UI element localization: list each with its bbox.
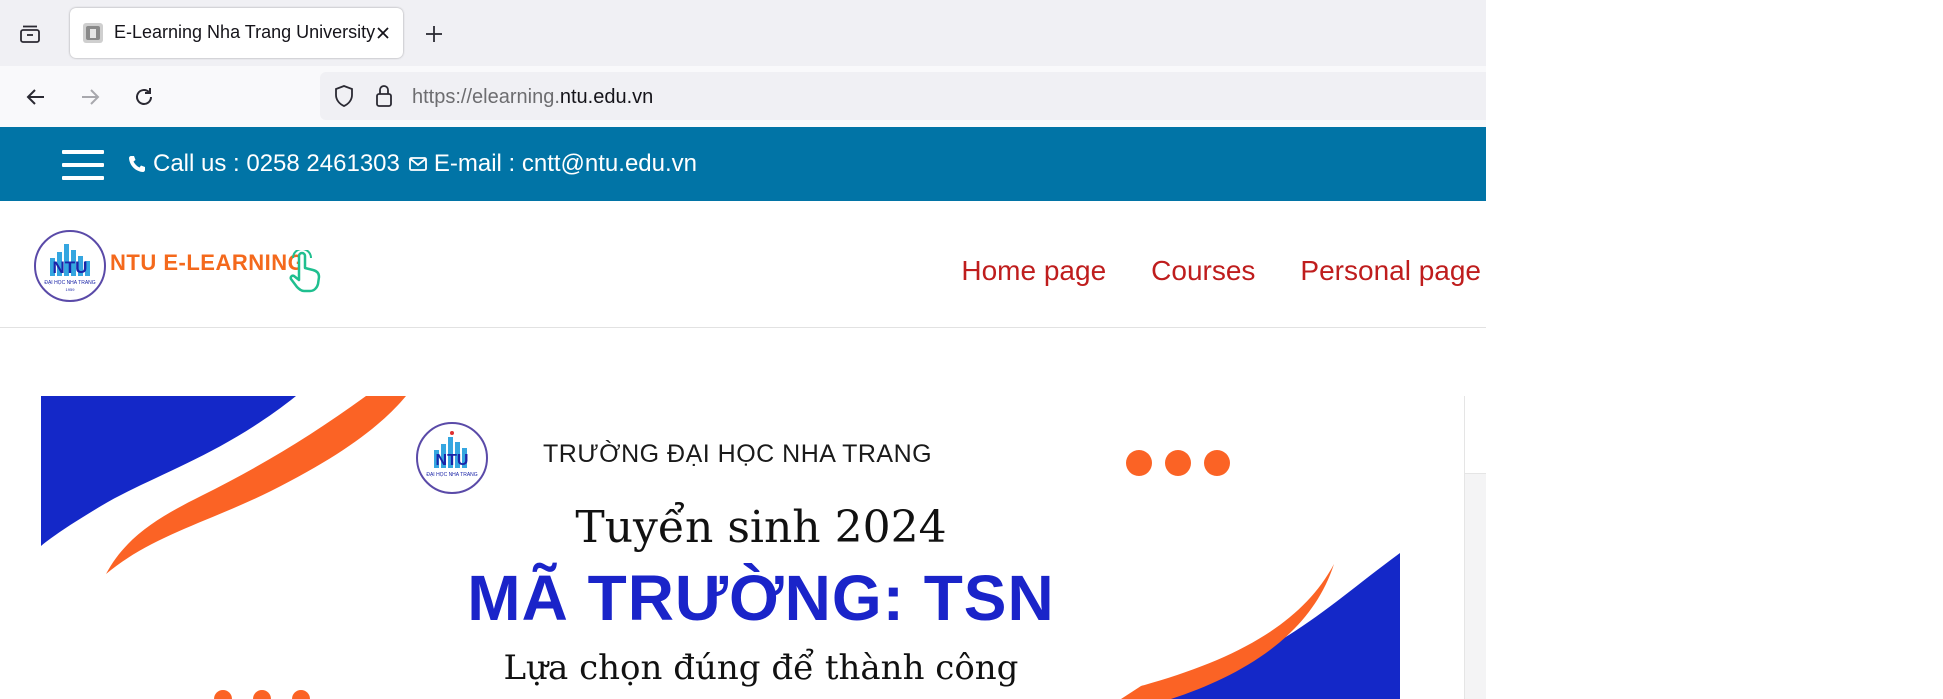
address-bar[interactable]: https://elearning.ntu.edu.vn: [320, 72, 1486, 120]
sidebar-card: [1464, 396, 1486, 699]
nav-personal-page[interactable]: Personal page: [1300, 255, 1481, 287]
back-button[interactable]: [20, 81, 52, 113]
svg-text:NTU: NTU: [436, 452, 469, 469]
plus-icon: [426, 26, 442, 42]
phone-icon: [129, 156, 145, 172]
url-protocol: https://elearning.: [412, 86, 560, 108]
forward-button[interactable]: [74, 81, 106, 113]
banner-school-code: MÃ TRƯỜNG: TSN: [467, 562, 1055, 634]
close-icon: [377, 27, 389, 39]
tab-close-button[interactable]: [371, 21, 395, 45]
new-tab-button[interactable]: [420, 20, 448, 48]
hamburger-line: [62, 163, 104, 167]
tab-list-button[interactable]: [16, 20, 44, 48]
admission-banner[interactable]: NTU ĐẠI HỌC NHA TRANG TRƯỜNG ĐẠI HỌC NHA…: [41, 396, 1400, 699]
banner-slogan: Lựa chọn đúng để thành công: [503, 648, 1019, 688]
hamburger-line: [62, 176, 104, 180]
browser-tab[interactable]: E-Learning Nha Trang University: [70, 8, 403, 58]
hamburger-line: [62, 150, 104, 154]
envelope-icon: [408, 157, 427, 171]
svg-text:ĐẠI HỌC NHA TRANG: ĐẠI HỌC NHA TRANG: [44, 280, 95, 286]
banner-headline: Tuyển sinh 2024: [575, 502, 947, 553]
svg-text:ĐẠI HỌC NHA TRANG: ĐẠI HỌC NHA TRANG: [426, 472, 477, 478]
nav-courses[interactable]: Courses: [1151, 255, 1255, 287]
url-domain: ntu.edu.vn: [559, 86, 654, 108]
site-favicon-icon: [83, 23, 103, 43]
contact-info: Call us : 0258 2461303 E-mail : cntt@ntu…: [127, 149, 697, 179]
tab-title: E-Learning Nha Trang University: [114, 22, 376, 42]
banner-school-name: TRƯỜNG ĐẠI HỌC NHA TRANG: [543, 440, 933, 468]
email-link[interactable]: E-mail : cntt@ntu.edu.vn: [434, 150, 697, 178]
tab-strip: E-Learning Nha Trang University: [0, 0, 1486, 66]
main-navigation: Home page Courses Personal page: [916, 255, 1481, 287]
svg-text:NTU: NTU: [53, 258, 88, 277]
tracking-protection-shield-icon[interactable]: [332, 84, 356, 108]
sidebar-card-header: [1465, 396, 1486, 474]
nav-home-page[interactable]: Home page: [961, 255, 1106, 287]
browser-viewport: E-Learning Nha Trang University https://…: [0, 0, 1486, 699]
call-us-text: Call us : 0258 2461303: [153, 150, 400, 177]
pointing-hand-icon: [289, 250, 321, 293]
svg-text:1959: 1959: [66, 287, 76, 292]
lock-icon[interactable]: [372, 83, 396, 109]
forward-arrow-icon: [82, 89, 100, 105]
ntu-emblem-icon: NTU ĐẠI HỌC NHA TRANG 1959: [34, 230, 106, 302]
reload-icon: [136, 88, 152, 105]
url-text: https://elearning.ntu.edu.vn: [412, 86, 653, 109]
contact-bar: Call us : 0258 2461303 E-mail : cntt@ntu…: [0, 127, 1486, 201]
menu-toggle-button[interactable]: [62, 150, 104, 180]
brand-name: NTU E-LEARNING: [110, 250, 306, 275]
reload-button[interactable]: [128, 81, 160, 113]
site-header: NTU ĐẠI HỌC NHA TRANG 1959 NTU E-LEARNIN…: [0, 201, 1486, 328]
tab-list-icon: [20, 25, 40, 43]
back-arrow-icon: [26, 89, 44, 105]
banner-ntu-emblem-icon: NTU ĐẠI HỌC NHA TRANG: [416, 422, 488, 494]
site-logo[interactable]: NTU ĐẠI HỌC NHA TRANG 1959 NTU E-LEARNIN…: [32, 228, 332, 308]
